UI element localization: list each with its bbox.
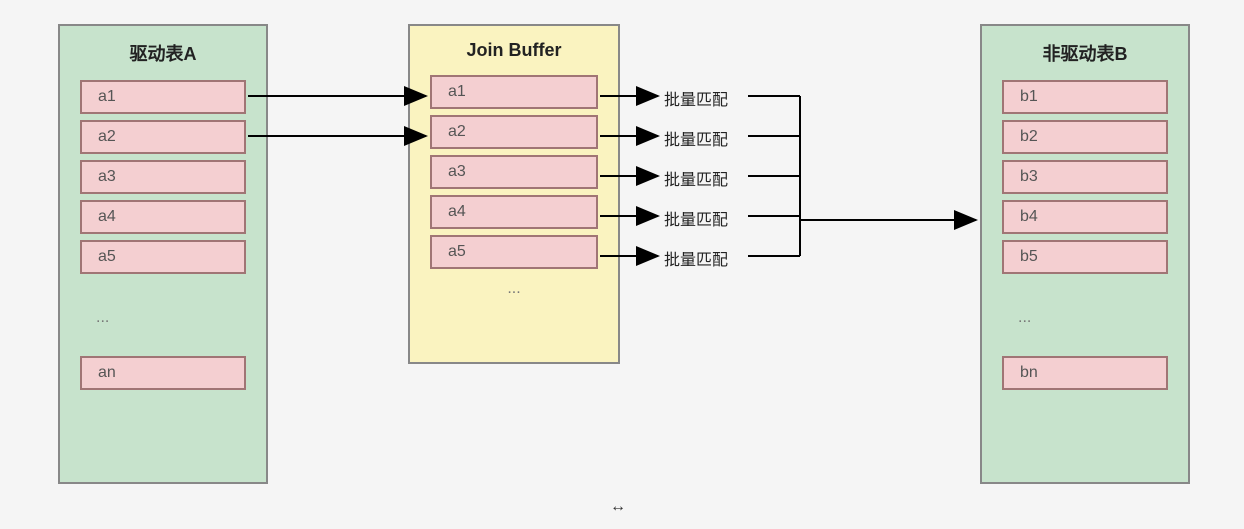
table-a-row: a3 bbox=[80, 160, 246, 194]
match-label: 批量匹配 bbox=[664, 86, 728, 110]
table-a-row: a5 bbox=[80, 240, 246, 274]
table-b-row: b2 bbox=[1002, 120, 1168, 154]
resize-cue-icon: ↔ bbox=[610, 498, 626, 516]
match-label: 批量匹配 bbox=[664, 126, 728, 150]
table-b-title: 非驱动表B bbox=[1002, 40, 1168, 66]
buffer-row: a5 bbox=[430, 235, 598, 269]
buffer-row: a2 bbox=[430, 115, 598, 149]
non-driving-table-b: 非驱动表B b1 b2 b3 b4 b5 ... bn bbox=[980, 24, 1190, 484]
table-a-ellipsis: ... bbox=[80, 304, 246, 332]
table-a-row: a2 bbox=[80, 120, 246, 154]
table-a-title: 驱动表A bbox=[80, 40, 246, 66]
table-b-ellipsis: ... bbox=[1002, 304, 1168, 332]
table-b-row: b5 bbox=[1002, 240, 1168, 274]
table-a-row: a4 bbox=[80, 200, 246, 234]
table-a-row-last: an bbox=[80, 356, 246, 390]
join-buffer-title: Join Buffer bbox=[430, 40, 598, 61]
buffer-row: a1 bbox=[430, 75, 598, 109]
join-buffer: Join Buffer a1 a2 a3 a4 a5 ... bbox=[408, 24, 620, 364]
table-b-row: b1 bbox=[1002, 80, 1168, 114]
buffer-row: a3 bbox=[430, 155, 598, 189]
table-b-row-last: bn bbox=[1002, 356, 1168, 390]
buffer-row: a4 bbox=[430, 195, 598, 229]
table-b-row: b3 bbox=[1002, 160, 1168, 194]
table-b-row: b4 bbox=[1002, 200, 1168, 234]
driving-table-a: 驱动表A a1 a2 a3 a4 a5 ... an bbox=[58, 24, 268, 484]
match-label: 批量匹配 bbox=[664, 166, 728, 190]
buffer-ellipsis: ... bbox=[430, 275, 598, 303]
diagram-stage: 驱动表A a1 a2 a3 a4 a5 ... an Join Buffer a… bbox=[0, 0, 1244, 529]
table-a-row: a1 bbox=[80, 80, 246, 114]
match-label: 批量匹配 bbox=[664, 206, 728, 230]
match-label: 批量匹配 bbox=[664, 246, 728, 270]
